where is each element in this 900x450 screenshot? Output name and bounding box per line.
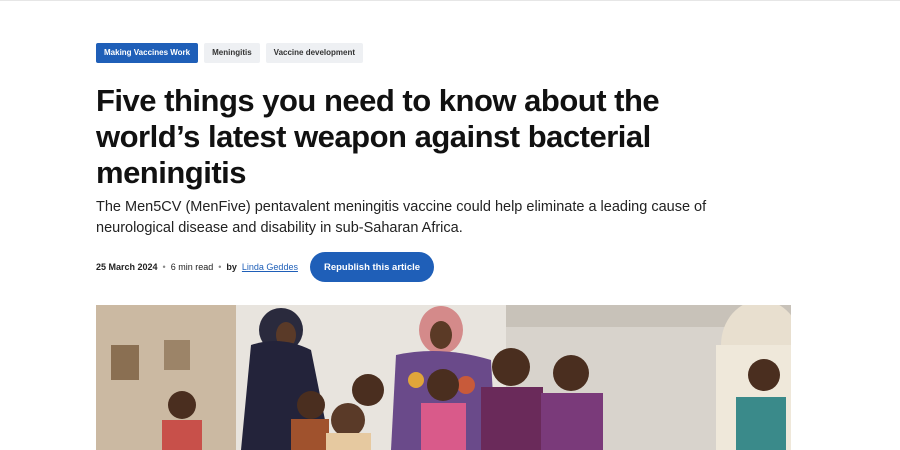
hero-image (96, 305, 791, 450)
publish-date: 25 March 2024 (96, 262, 158, 272)
tag-making-vaccines-work[interactable]: Making Vaccines Work (96, 43, 199, 63)
article-meta: 25 March 2024 • 6 min read • by Linda Ge… (96, 252, 796, 282)
article-header: Making Vaccines Work Meningitis Vaccine … (96, 43, 796, 282)
republish-button[interactable]: Republish this article (309, 252, 435, 282)
author-link[interactable]: Linda Geddes (242, 262, 298, 272)
tag-meningitis[interactable]: Meningitis (204, 43, 260, 63)
article-standfirst: The Men5CV (MenFive) pentavalent meningi… (96, 199, 707, 236)
tag-list: Making Vaccines Work Meningitis Vaccine … (96, 43, 796, 63)
meta-separator: • (162, 262, 166, 272)
read-time: 6 min read (170, 262, 214, 272)
top-divider (0, 0, 900, 1)
tag-vaccine-development[interactable]: Vaccine development (265, 43, 364, 63)
meta-separator: • (218, 262, 222, 272)
byline-label: by (226, 262, 237, 272)
article-headline: Five things you need to know about the w… (96, 83, 660, 190)
hero-photo-illustration (96, 305, 791, 450)
